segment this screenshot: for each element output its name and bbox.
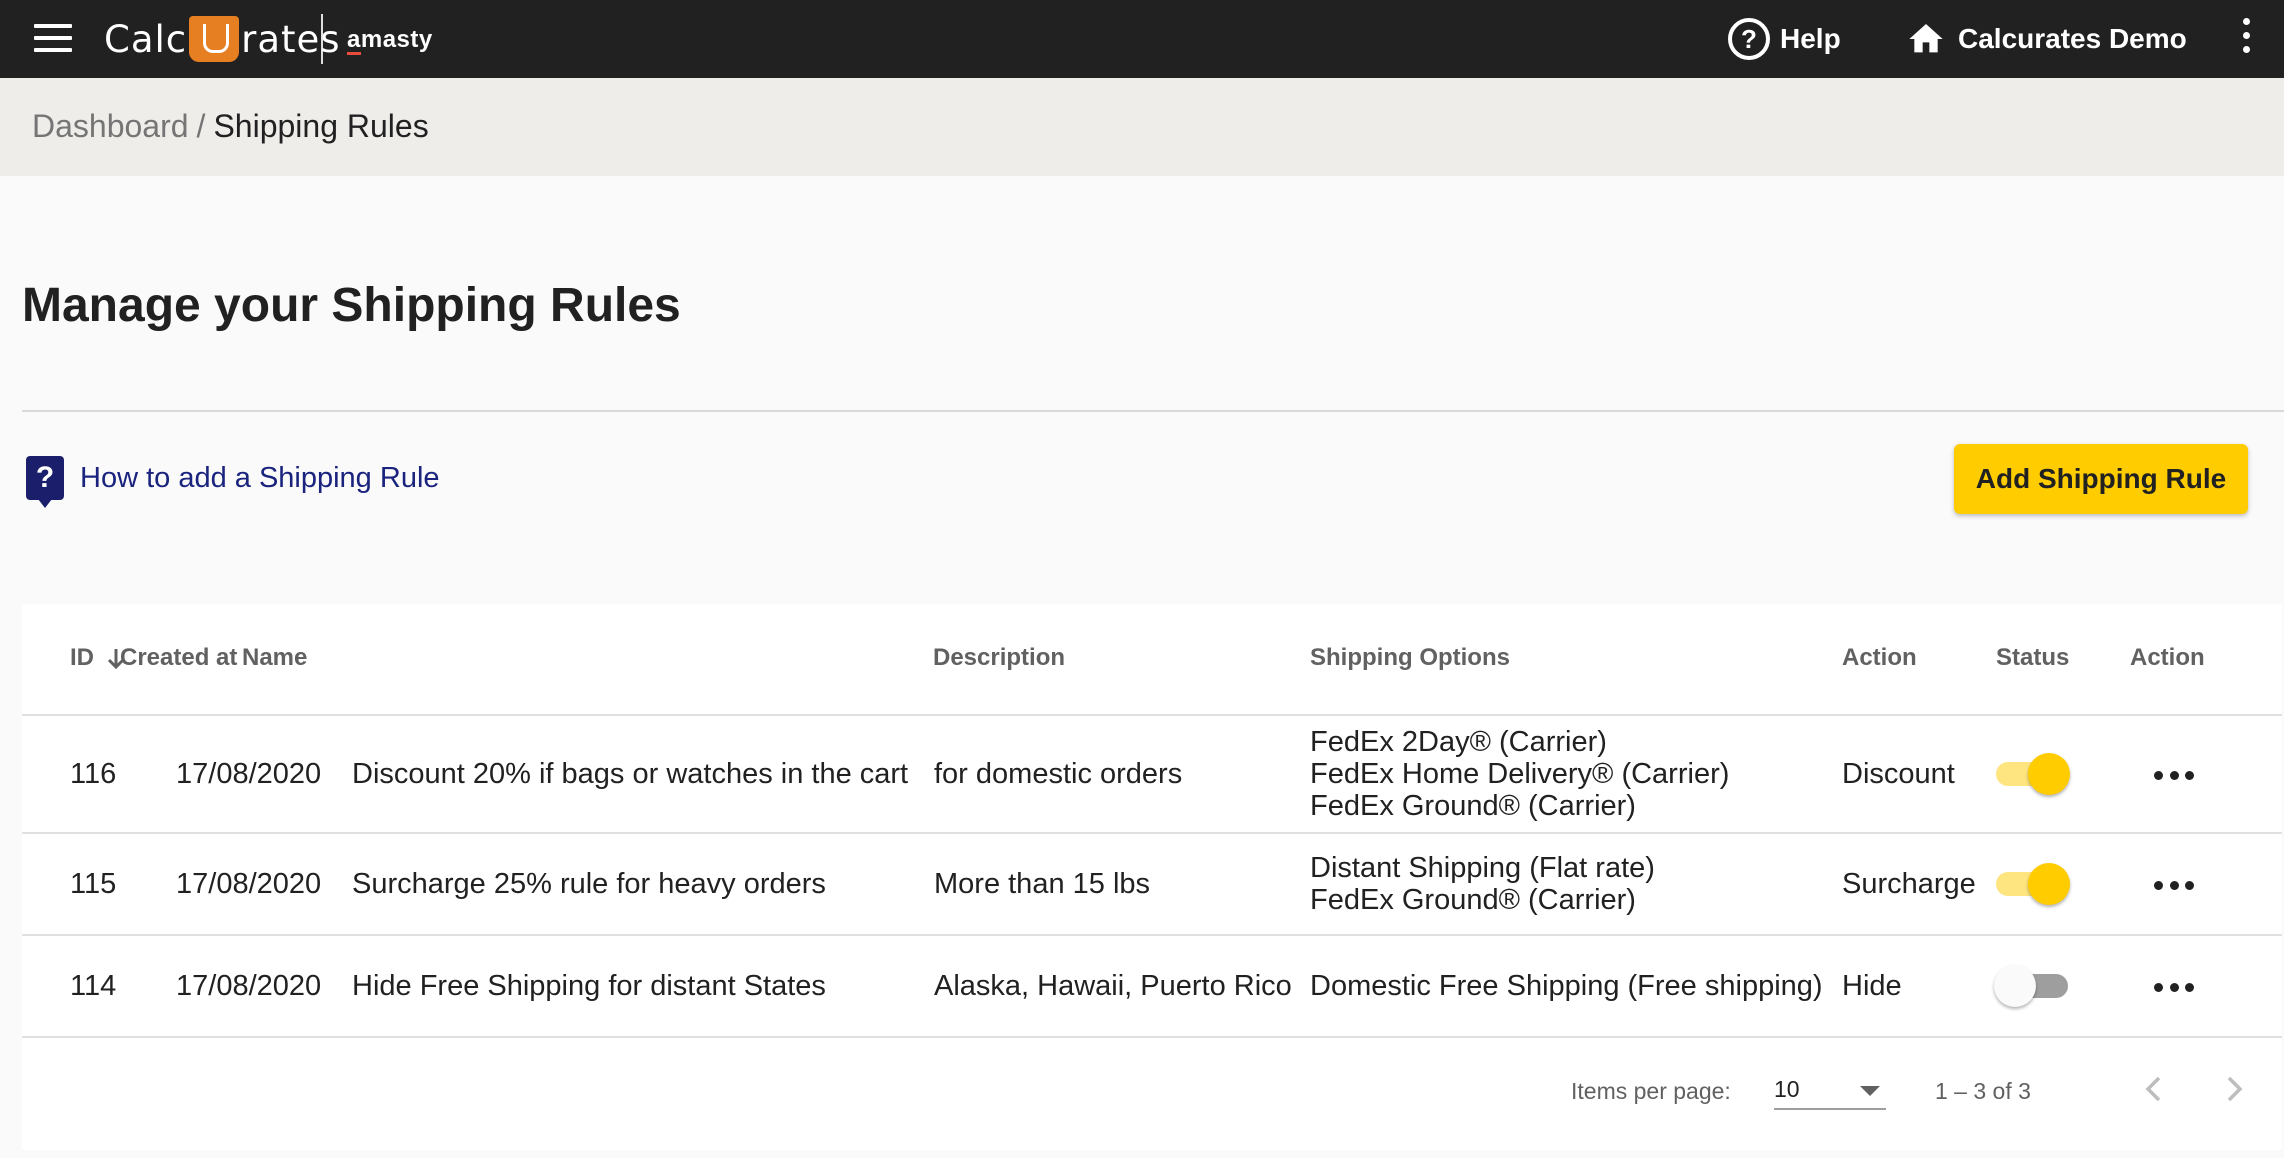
cell-name: Surcharge 25% rule for heavy orders <box>352 868 826 900</box>
cell-name: Hide Free Shipping for distant States <box>352 970 826 1002</box>
row-divider <box>22 832 2282 834</box>
column-header-row-action: Action <box>2130 644 2205 671</box>
help-button[interactable]: ? Help <box>1728 16 1841 62</box>
status-toggle[interactable] <box>1996 749 2070 799</box>
more-horiz-icon[interactable] <box>2154 875 2194 895</box>
title-divider <box>22 410 2284 412</box>
column-header-description[interactable]: Description <box>933 644 1065 672</box>
howto-label: How to add a Shipping Rule <box>80 461 440 494</box>
top-app-bar: Calc rates amasty ? Help Calcurates Demo <box>0 0 2284 78</box>
page-range-label: 1 – 3 of 3 <box>1935 1078 2031 1104</box>
howto-link[interactable]: ? How to add a Shipping Rule <box>26 456 440 508</box>
cell-id: 116 <box>70 758 117 790</box>
store-switcher-button[interactable]: Calcurates Demo <box>1906 16 2187 62</box>
items-per-page-select[interactable]: 10 <box>1774 1068 1886 1110</box>
column-header-action[interactable]: Action <box>1842 644 1917 672</box>
cell-action: Hide <box>1842 970 1902 1002</box>
cell-created: 17/08/2020 <box>176 868 322 900</box>
hamburger-menu-icon[interactable] <box>34 24 72 54</box>
breadcrumb: Dashboard / Shipping Rules <box>32 108 429 145</box>
column-header-id-label: ID <box>70 644 94 671</box>
breadcrumb-current: Shipping Rules <box>213 108 429 144</box>
column-header-shipping-options[interactable]: Shipping Options <box>1310 644 1510 672</box>
cell-created: 17/08/2020 <box>176 758 322 790</box>
calcurates-logo[interactable]: Calc rates <box>104 14 341 64</box>
cell-description: Alaska, Hawaii, Puerto Rico <box>934 970 1292 1002</box>
previous-page-icon[interactable] <box>2134 1068 2174 1110</box>
cell-id: 114 <box>70 970 117 1002</box>
more-horiz-icon[interactable] <box>2154 977 2194 997</box>
row-divider <box>22 714 2282 716</box>
items-per-page-label: Items per page: <box>1571 1078 1731 1104</box>
dropdown-caret-icon <box>1860 1086 1880 1096</box>
cell-action: Surcharge <box>1842 868 1976 900</box>
column-header-status[interactable]: Status <box>1996 644 2069 672</box>
cell-created: 17/08/2020 <box>176 970 322 1002</box>
logo-text-right: rates <box>241 17 341 61</box>
shipping-option: FedEx Ground® (Carrier) <box>1310 790 1636 822</box>
amasty-logo-mark <box>347 52 361 55</box>
status-toggle[interactable] <box>1996 859 2070 909</box>
logo-divider <box>321 14 323 64</box>
shipping-option: Distant Shipping (Flat rate) <box>1310 852 1655 884</box>
cell-description: for domestic orders <box>934 758 1183 790</box>
shipping-option: FedEx 2Day® (Carrier) <box>1310 726 1607 758</box>
cell-shipping-options: Domestic Free Shipping (Free shipping) <box>1310 970 1823 1002</box>
cell-id: 115 <box>70 868 117 900</box>
breadcrumb-bar: Dashboard / Shipping Rules <box>0 78 2284 176</box>
home-icon <box>1909 24 1943 53</box>
column-header-name[interactable]: Name <box>242 644 307 672</box>
logo-text-left: Calc <box>104 17 188 61</box>
items-per-page-value: 10 <box>1774 1076 1800 1102</box>
add-shipping-rule-button[interactable]: Add Shipping Rule <box>1954 444 2248 514</box>
shipping-option: Domestic Free Shipping (Free shipping) <box>1310 970 1823 1002</box>
amasty-logo: amasty <box>347 26 433 53</box>
shipping-option: FedEx Home Delivery® (Carrier) <box>1310 758 1730 790</box>
cell-shipping-options: Distant Shipping (Flat rate) FedEx Groun… <box>1310 852 1655 916</box>
help-label: Help <box>1780 23 1841 54</box>
store-label: Calcurates Demo <box>1958 23 2187 54</box>
cell-action: Discount <box>1842 758 1955 790</box>
breadcrumb-dashboard-link[interactable]: Dashboard <box>32 108 189 144</box>
shipping-option: FedEx Ground® (Carrier) <box>1310 884 1636 916</box>
more-horiz-icon[interactable] <box>2154 765 2194 785</box>
status-toggle[interactable] <box>1994 961 2068 1011</box>
cell-description: More than 15 lbs <box>934 868 1151 900</box>
cell-name: Discount 20% if bags or watches in the c… <box>352 758 909 790</box>
breadcrumb-separator: / <box>196 108 206 144</box>
question-help-icon: ? <box>26 456 64 508</box>
column-header-created[interactable]: Created at <box>120 644 237 672</box>
row-divider <box>22 934 2282 936</box>
next-page-icon[interactable] <box>2214 1068 2254 1110</box>
column-header-id[interactable]: ID <box>70 644 126 672</box>
more-vert-icon[interactable] <box>2236 18 2256 60</box>
row-divider <box>22 1036 2282 1038</box>
help-icon: ? <box>1728 18 1770 60</box>
cell-shipping-options: FedEx 2Day® (Carrier) FedEx Home Deliver… <box>1310 726 1729 822</box>
logo-cup-icon <box>189 16 240 62</box>
shipping-rules-table: ID Created at Name Description Shipping … <box>22 604 2282 1150</box>
page-title: Manage your Shipping Rules <box>22 279 681 332</box>
